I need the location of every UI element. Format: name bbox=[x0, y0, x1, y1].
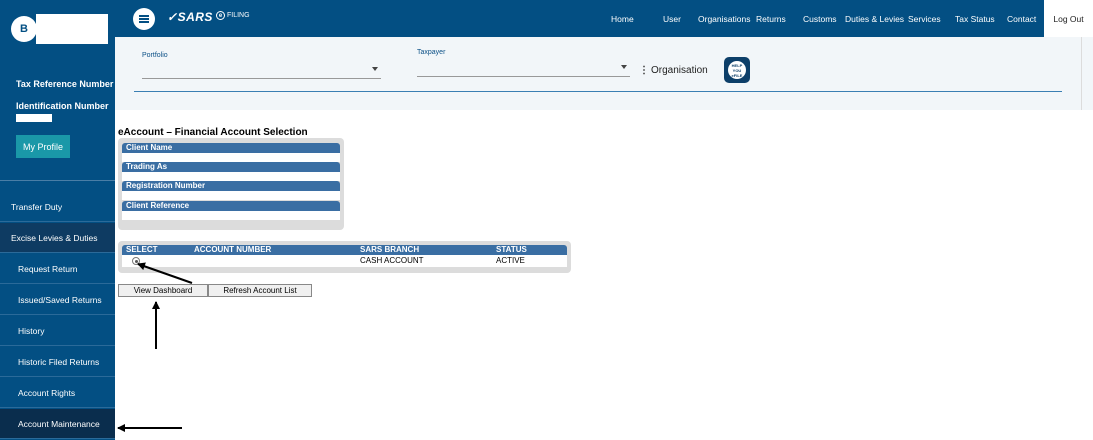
logout-button[interactable]: Log Out bbox=[1044, 0, 1093, 37]
chevron-down-icon bbox=[621, 65, 627, 69]
nav-returns[interactable]: Returns bbox=[756, 0, 786, 37]
sidebar-item-request-return[interactable]: Request Return bbox=[0, 254, 115, 284]
client-name-label: Client Name bbox=[122, 143, 340, 153]
my-profile-button[interactable]: My Profile bbox=[16, 135, 70, 158]
app-root: B Tax Reference Number Identification Nu… bbox=[0, 0, 1093, 440]
account-status: ACTIVE bbox=[496, 256, 525, 265]
column-select: SELECT bbox=[126, 245, 158, 254]
portfolio-value-redacted bbox=[197, 65, 327, 76]
efiling-logo: e FILING bbox=[216, 11, 250, 20]
redacted-username bbox=[36, 14, 108, 44]
sidebar-item-account-rights[interactable]: Account Rights bbox=[0, 378, 115, 408]
account-select-radio[interactable] bbox=[132, 257, 140, 265]
client-reference-label: Client Reference bbox=[122, 201, 340, 211]
help-you-efile-text: HELP YOU eFILE bbox=[728, 61, 746, 79]
tax-reference-label: Tax Reference Number bbox=[16, 79, 114, 89]
client-details-panel: Client Name Trading As Registration Numb… bbox=[118, 138, 344, 230]
client-reference-value bbox=[122, 211, 340, 220]
column-status: STATUS bbox=[496, 245, 527, 254]
identification-number-label: Identification Number bbox=[16, 101, 109, 111]
account-list-panel: SELECT ACCOUNT NUMBER SARS BRANCH STATUS… bbox=[118, 241, 571, 273]
registration-number-label: Registration Number bbox=[122, 181, 340, 191]
refresh-account-list-button[interactable]: Refresh Account List bbox=[208, 284, 312, 297]
efiling-logo-text: FILING bbox=[227, 12, 250, 19]
sars-logo: ✓SARS bbox=[167, 10, 213, 24]
sidebar-item-transfer-duty[interactable]: Transfer Duty bbox=[0, 192, 115, 222]
portfolio-select[interactable] bbox=[142, 63, 381, 79]
nav-tax-status[interactable]: Tax Status bbox=[955, 0, 995, 37]
client-name-value bbox=[122, 153, 340, 162]
nav-user[interactable]: User bbox=[663, 0, 681, 37]
sidebar-item-excise-levies-duties[interactable]: Excise Levies & Duties bbox=[0, 223, 115, 253]
menu-icon[interactable] bbox=[133, 8, 155, 30]
nav-services[interactable]: Services bbox=[908, 0, 941, 37]
efiling-e-icon: e bbox=[216, 11, 225, 20]
nav-organisations[interactable]: Organisations bbox=[698, 0, 750, 37]
nav-contact[interactable]: Contact bbox=[1007, 0, 1036, 37]
redacted-id bbox=[16, 114, 52, 122]
sidebar-divider bbox=[0, 180, 115, 181]
portfolio-label: Portfolio bbox=[142, 52, 168, 59]
nav-duties-levies[interactable]: Duties & Levies bbox=[845, 0, 904, 37]
organisation-label: Organisation bbox=[651, 65, 708, 76]
main-content: eAccount – Financial Account Selection C… bbox=[115, 110, 1083, 440]
table-row[interactable]: CASH ACCOUNT ACTIVE bbox=[122, 255, 567, 267]
nav-home[interactable]: Home bbox=[611, 0, 634, 37]
taxpayer-label: Taxpayer bbox=[417, 49, 446, 56]
account-branch: CASH ACCOUNT bbox=[360, 256, 424, 265]
avatar[interactable]: B bbox=[11, 16, 37, 42]
sars-logo-text: SARS bbox=[177, 10, 213, 24]
sidebar: B Tax Reference Number Identification Nu… bbox=[0, 0, 115, 440]
trading-as-label: Trading As bbox=[122, 162, 340, 172]
top-navigation-bar: ✓SARS e FILING Home User Organisations R… bbox=[115, 0, 1093, 37]
sars-logo-mark-icon: ✓ bbox=[167, 10, 178, 24]
nav-customs[interactable]: Customs bbox=[803, 0, 837, 37]
chevron-down-icon bbox=[372, 67, 378, 71]
filter-divider bbox=[134, 91, 1062, 92]
column-sars-branch: SARS BRANCH bbox=[360, 245, 420, 254]
account-table-header: SELECT ACCOUNT NUMBER SARS BRANCH STATUS bbox=[122, 245, 567, 255]
sidebar-item-history[interactable]: History bbox=[0, 316, 115, 346]
registration-number-value bbox=[122, 191, 340, 200]
view-dashboard-button[interactable]: View Dashboard bbox=[118, 284, 208, 297]
taxpayer-select[interactable] bbox=[417, 61, 630, 77]
sidebar-item-historic-filed-returns[interactable]: Historic Filed Returns bbox=[0, 347, 115, 377]
sidebar-item-account-maintenance[interactable]: Account Maintenance bbox=[0, 409, 115, 439]
sidebar-item-issued-saved-returns[interactable]: Issued/Saved Returns bbox=[0, 285, 115, 315]
help-you-efile-icon[interactable]: HELP YOU eFILE bbox=[724, 57, 750, 83]
column-account-number: ACCOUNT NUMBER bbox=[194, 245, 272, 254]
page-title: eAccount – Financial Account Selection bbox=[118, 127, 308, 138]
trading-as-value bbox=[122, 172, 340, 181]
filter-band: Portfolio Taxpayer ⋮ Organisation HELP Y… bbox=[115, 37, 1093, 110]
more-options-icon[interactable]: ⋮ bbox=[639, 65, 649, 76]
